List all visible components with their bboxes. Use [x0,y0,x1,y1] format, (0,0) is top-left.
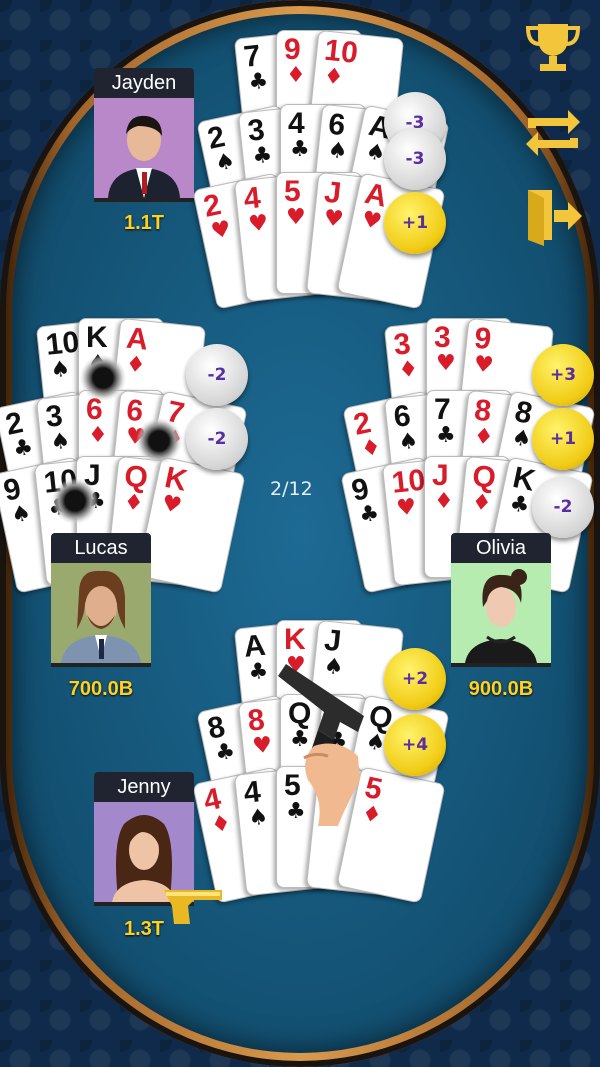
card-rank: 3 [434,321,451,354]
card-suit: ♣ [212,738,238,767]
player-money: 1.1T [123,212,165,234]
score-chip: +1 [532,408,594,470]
card-rank: K [86,321,108,354]
card-suit: ♠ [326,137,349,165]
card-suit: ♣ [507,490,532,520]
card-suit: ♥ [251,732,274,760]
card-suit: ♣ [247,68,270,96]
score-chip: +3 [532,344,594,406]
card-rank: 4 [242,181,263,216]
bullet-hole-icon [52,478,98,524]
card-suit: ♦ [472,423,495,451]
exit-door-icon[interactable] [524,186,584,250]
score-chip: -2 [186,344,248,406]
card-rank: J [322,623,343,659]
player-card-left[interactable]: Lucas [51,533,151,667]
card-suit: ♥ [322,205,345,233]
card-suit: ♦ [208,810,234,839]
card-suit: ♥ [247,210,270,238]
card-suit: ♠ [247,804,270,832]
card-suit: ♠ [49,356,72,384]
card-rank: 10 [390,463,427,500]
golden-gun-icon [160,884,226,932]
card-suit: ♣ [436,423,456,448]
player-name: Jayden [94,68,194,98]
card-rank: 4 [288,107,305,140]
card-suit: ♣ [251,142,274,170]
round-counter: 2/12 [270,478,313,500]
card-suit: ♥ [472,351,495,379]
card-suit: ♦ [124,351,147,379]
player-money: 700.0B [68,678,134,700]
card-rank: 3 [44,399,65,434]
avatar [94,98,194,202]
player-name: Jenny [94,772,194,802]
card-rank: 8 [472,393,493,429]
card-rank: 8 [246,703,267,738]
card-rank: 10 [44,325,81,362]
card-rank: 7 [242,39,263,74]
card-rank: 6 [392,399,413,434]
card-suit: ♠ [8,500,34,529]
score-chip: +4 [384,714,446,776]
card-rank: J [432,459,449,492]
trophy-icon[interactable] [524,20,582,78]
player-card-right[interactable]: Olivia [451,533,551,667]
card-suit: ♣ [290,137,310,162]
card-suit: ♥ [359,206,384,236]
card-rank: K [284,623,306,656]
card-rank: 3 [392,327,413,362]
card-suit: ♥ [395,494,418,522]
card-suit: ♠ [509,424,534,454]
card-suit: ♣ [10,434,36,463]
avatar [451,563,551,667]
card-suit: ♥ [159,490,184,520]
score-chip: +1 [384,192,446,254]
bullet-hole-icon [136,418,182,464]
swap-arrows-icon[interactable] [522,106,584,164]
avatar [51,563,151,667]
card-suit: ♠ [49,428,72,456]
gun-hand-icon [274,660,374,832]
card-rank: 3 [246,113,267,148]
card-suit: ♦ [322,63,345,91]
card-suit: ♦ [434,489,454,514]
card-suit: ♦ [397,356,420,384]
card-rank: 9 [284,33,301,66]
player-name: Lucas [51,533,151,563]
card-suit: ♦ [122,489,145,517]
card-rank: 9 [472,321,493,357]
card-suit: ♣ [356,500,382,529]
bullet-hole-icon [80,355,126,401]
card-suit: ♦ [88,423,108,448]
card-rank: 6 [326,107,347,143]
player-card-top[interactable]: Jayden [94,68,194,202]
card-suit: ♦ [286,63,306,88]
card-rank: 5 [284,175,301,208]
score-chip: -2 [532,476,594,538]
card-rank: 4 [242,775,263,810]
player-name: Olivia [451,533,551,563]
card-rank: 6 [124,393,145,429]
card-suit: ♥ [286,205,306,230]
card-suit: ♦ [358,434,384,463]
card-rank: 7 [434,393,451,426]
score-chip: -3 [384,128,446,190]
card-suit: ♦ [470,489,493,517]
card-rank: J [322,175,343,211]
card-suit: ♠ [397,428,420,456]
score-chip: -2 [186,408,248,470]
card-suit: ♣ [247,658,270,686]
card-suit: ♥ [436,351,456,376]
player-money: 900.0B [468,678,534,700]
card-suit: ♠ [212,148,238,177]
